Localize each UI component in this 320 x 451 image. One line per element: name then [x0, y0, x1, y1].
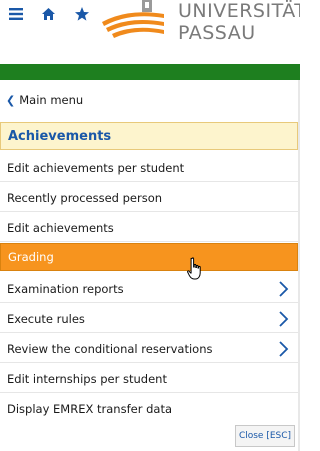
menu-item-grading[interactable]: Grading — [0, 243, 298, 271]
close-button-label: Close [ESC] — [238, 431, 292, 441]
chevron-right-icon — [279, 281, 289, 297]
menu-item-execute-rules[interactable]: Execute rules — [0, 305, 298, 333]
menu-item-label: Recently processed person — [7, 190, 163, 205]
sidebar-menu: ❮ Main menu Achievements Edit achievemen… — [0, 80, 300, 451]
accent-bar — [0, 64, 300, 80]
menu-item-label: Execute rules — [7, 311, 85, 326]
menu-item-label: Grading — [8, 250, 54, 264]
hand-cursor-icon — [187, 257, 201, 280]
menu-item-display-emrex-transfer-data[interactable]: Display EMREX transfer data — [0, 395, 298, 423]
menu-item-examination-reports[interactable]: Examination reports — [0, 275, 298, 303]
main-menu-label: Main menu — [19, 93, 84, 107]
menu-item-review-conditional-reservations[interactable]: Review the conditional reservations — [0, 335, 298, 363]
chevron-right-icon — [279, 311, 289, 327]
university-logo: UNIVERSITÄT PASSAU — [98, 0, 300, 48]
logo-line-2: PASSAU — [178, 22, 256, 44]
logo-line-1: UNIVERSITÄT — [178, 0, 300, 22]
section-title: Achievements — [8, 128, 112, 144]
menu-item-edit-achievements[interactable]: Edit achievements — [0, 214, 298, 242]
chevron-left-icon: ❮ — [6, 93, 16, 107]
menu-item-label: Display EMREX transfer data — [7, 402, 172, 416]
menu-item-edit-internships-per-student[interactable]: Edit internships per student — [0, 365, 298, 393]
menu-item-label: Examination reports — [7, 281, 124, 296]
top-header: UNIVERSITÄT PASSAU — [0, 0, 300, 64]
menu-item-edit-achievements-per-student[interactable]: Edit achievements per student — [0, 154, 298, 182]
navigation-menu-panel: UNIVERSITÄT PASSAU ❮ Main menu Achieveme… — [0, 0, 300, 451]
close-button[interactable]: Close [ESC] — [235, 425, 295, 447]
university-emblem — [102, 0, 164, 38]
home-icon[interactable] — [38, 4, 58, 24]
main-menu-link[interactable]: ❮ Main menu — [0, 88, 290, 112]
menu-item-label: Review the conditional reservations — [7, 341, 213, 356]
menu-item-label: Edit achievements — [7, 220, 114, 235]
star-icon[interactable] — [72, 4, 92, 24]
section-header-achievements: Achievements — [0, 122, 298, 150]
menu-item-label: Edit achievements per student — [7, 160, 185, 175]
menu-item-recently-processed-person[interactable]: Recently processed person — [0, 184, 298, 212]
menu-icon[interactable] — [6, 4, 26, 24]
menu-item-label: Edit internships per student — [7, 371, 167, 386]
scrollbar[interactable] — [298, 80, 300, 451]
chevron-right-icon — [279, 341, 289, 357]
